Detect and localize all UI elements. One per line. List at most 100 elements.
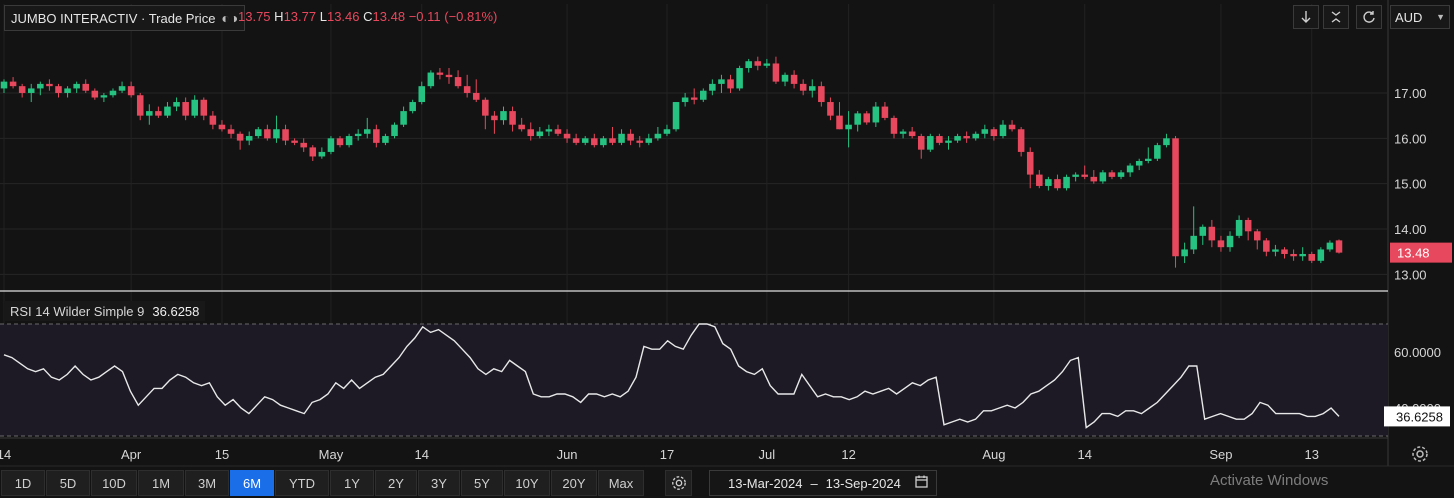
candle-body [636, 140, 643, 143]
arrow-down-icon[interactable] [1293, 5, 1319, 29]
range-button-3m[interactable]: 3M [185, 470, 229, 496]
candle-body [945, 140, 952, 143]
candle-body [990, 129, 998, 137]
range-button-20y[interactable]: 20Y [551, 470, 597, 496]
rsi-label-text: RSI 14 Wilder Simple 9 [10, 303, 145, 319]
candle-body [472, 92, 480, 100]
range-button-5d[interactable]: 5D [46, 470, 90, 496]
date-range-picker[interactable]: 13-Mar-2024 – 13-Sep-2024 [709, 470, 937, 496]
candle-body [445, 74, 453, 78]
candle-body [799, 83, 807, 91]
range-button-1m[interactable]: 1M [138, 470, 184, 496]
rsi-band [0, 324, 1388, 436]
candle-body [1154, 145, 1161, 159]
last-price-label: 13.48 [1397, 246, 1430, 261]
range-button-1y[interactable]: 1Y [330, 470, 374, 496]
candle-body [727, 79, 734, 89]
range-settings-gear-icon[interactable] [665, 470, 692, 496]
close-label: C [363, 9, 373, 24]
candle-body [836, 115, 843, 130]
candle-body [427, 72, 435, 87]
candle-body [700, 90, 707, 100]
candle-body [382, 136, 389, 143]
candle-body [1326, 242, 1334, 250]
candle-body [1317, 249, 1325, 261]
candle-body [672, 102, 680, 130]
range-button-6m[interactable]: 6M [230, 470, 274, 496]
rsi-legend[interactable]: RSI 14 Wilder Simple 9 36.6258 [4, 301, 206, 321]
candle-body [100, 95, 108, 98]
candle-body [191, 99, 198, 116]
calendar-icon[interactable] [915, 475, 928, 491]
candle-body [808, 86, 816, 91]
low-label: L [319, 9, 327, 24]
candle-body [1017, 129, 1025, 152]
candle-body [1281, 249, 1288, 254]
time-tick-label: 12 [841, 447, 855, 462]
range-button-10d[interactable]: 10D [91, 470, 137, 496]
candle-body [1217, 240, 1225, 248]
range-button-max[interactable]: Max [598, 470, 644, 496]
candle-body [400, 111, 407, 125]
range-button-2y[interactable]: 2Y [375, 470, 417, 496]
candle-body [73, 83, 80, 89]
candle-body [881, 106, 889, 118]
range-button-3y[interactable]: 3Y [418, 470, 460, 496]
candle-body [1063, 176, 1070, 189]
candle-body [772, 63, 780, 82]
range-button-5y[interactable]: 5Y [461, 470, 503, 496]
candle-body [936, 136, 943, 143]
candle-body [954, 136, 961, 141]
candle-body [681, 97, 689, 103]
collapse-icon[interactable] [1323, 5, 1349, 29]
currency-select[interactable]: AUD ▼ [1390, 5, 1450, 29]
candle-body [146, 111, 153, 116]
candle-body [1290, 253, 1297, 257]
candle-body [554, 129, 562, 134]
refresh-icon[interactable] [1356, 5, 1382, 29]
candle-body [1026, 151, 1034, 175]
symbol-title: JUMBO INTERACTIV · Trade Price [11, 10, 216, 26]
candle-body [781, 74, 789, 82]
high-value: 13.77 [283, 9, 317, 24]
activate-windows-watermark: Activate Windows [1210, 472, 1329, 489]
range-button-10y[interactable]: 10Y [504, 470, 550, 496]
candle-body [200, 99, 208, 116]
candle-body [1181, 249, 1188, 257]
range-button-1d[interactable]: 1D [1, 470, 45, 496]
date-to: 13-Sep-2024 [825, 475, 901, 491]
candle-body [645, 138, 653, 143]
candle-body [454, 77, 462, 87]
symbol-title-box[interactable]: JUMBO INTERACTIV · Trade Price ◐◑ [4, 5, 246, 31]
candle-body [1235, 219, 1243, 236]
candle-body [1199, 226, 1207, 236]
candle-body [273, 129, 280, 139]
candle-body [1072, 174, 1079, 177]
candle-body [1226, 235, 1234, 248]
candle-body [581, 138, 589, 143]
candle-body [790, 74, 798, 84]
chart-settings-gear-icon[interactable] [1407, 443, 1433, 465]
candle-body [1108, 172, 1116, 177]
candle-body [136, 95, 144, 116]
candle-body [309, 147, 317, 157]
time-tick-label: Aug [982, 447, 1005, 462]
candle-body [218, 124, 226, 130]
candle-body [173, 102, 180, 107]
candle-body [482, 99, 489, 116]
rsi-tick-label: 60.0000 [1394, 345, 1441, 360]
candle-body [981, 129, 989, 134]
range-button-ytd[interactable]: YTD [275, 470, 329, 496]
time-tick-label: Jul [759, 447, 776, 462]
candle-body [37, 83, 44, 89]
price-chart[interactable]: 13.0014.0015.0016.0017.0013.4860.000040.… [0, 0, 1454, 498]
candle-body [509, 111, 516, 125]
candle-body [409, 102, 416, 112]
candle-body [863, 113, 871, 123]
candle-body [354, 133, 362, 137]
candle-body [572, 138, 580, 143]
candle-body [690, 97, 698, 100]
candle-body [0, 81, 8, 89]
candle-body [182, 102, 189, 116]
visibility-toggle-icon[interactable]: ◐◑ [221, 10, 238, 26]
